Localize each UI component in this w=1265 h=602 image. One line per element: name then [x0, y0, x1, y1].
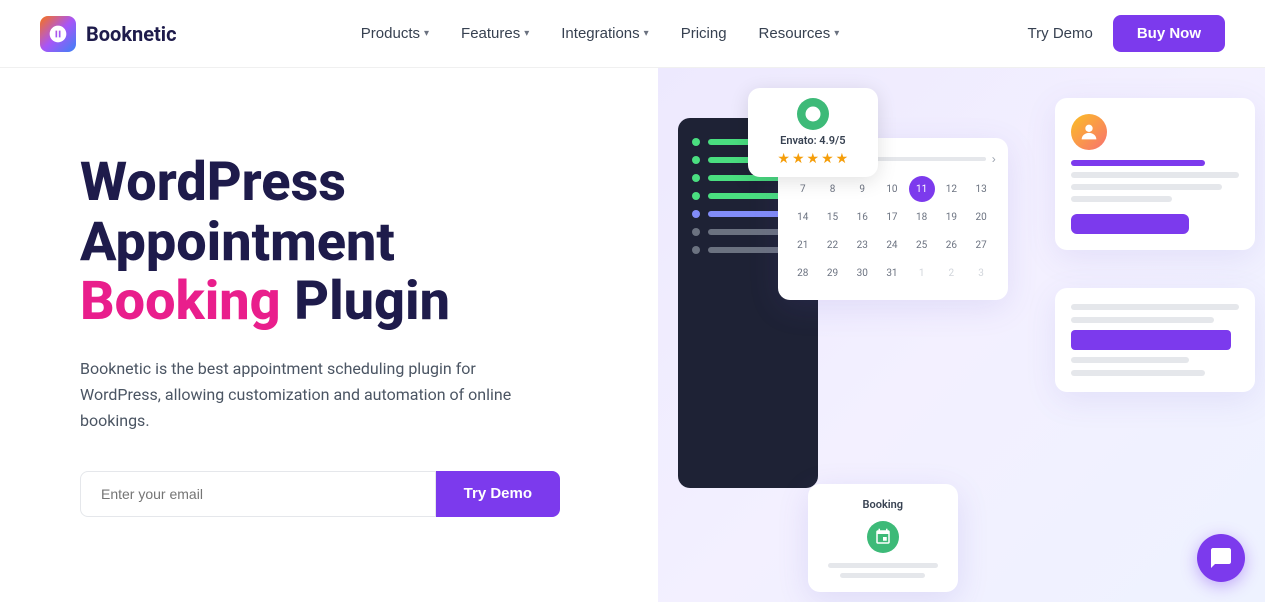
hero-section: WordPress Appointment Booking Plugin Boo…	[0, 68, 1265, 602]
calendar-next-button[interactable]: ›	[992, 152, 996, 166]
chevron-down-icon: ▾	[424, 28, 429, 39]
cal-day-17[interactable]: 17	[879, 204, 905, 230]
booking-title: Booking	[822, 498, 944, 511]
cal-day-22[interactable]: 22	[820, 232, 846, 258]
cal-day-1-next[interactable]: 1	[909, 260, 935, 286]
booking-popup: Booking	[808, 484, 958, 592]
booking-line-1	[828, 563, 938, 568]
cal-day-26[interactable]: 26	[938, 232, 964, 258]
form-line-3	[1071, 357, 1189, 363]
form-line-1	[1071, 304, 1239, 310]
nav-features[interactable]: Features ▾	[447, 17, 543, 50]
nav-links: Products ▾ Features ▾ Integrations ▾ Pri…	[347, 17, 853, 50]
hero-description: Booknetic is the best appointment schedu…	[80, 356, 520, 435]
cal-day-19[interactable]: 19	[938, 204, 964, 230]
detail-lines	[1071, 160, 1239, 202]
detail-line-1	[1071, 160, 1205, 166]
nav-integrations[interactable]: Integrations ▾	[547, 17, 662, 50]
nav-pricing[interactable]: Pricing	[667, 17, 741, 50]
form-line-2	[1071, 317, 1214, 323]
detail-line-4	[1071, 196, 1172, 202]
buy-now-button[interactable]: Buy Now	[1113, 15, 1225, 52]
booking-line-2	[840, 573, 925, 578]
cal-day-27[interactable]: 27	[968, 232, 994, 258]
calendar-grid: 7 8 9 10 11 12 13 14 15 16 17 18 19 20	[790, 176, 996, 286]
cal-day-15[interactable]: 15	[820, 204, 846, 230]
star-rating: ★ ★ ★ ★ ★	[777, 151, 848, 167]
cal-day-13[interactable]: 13	[968, 176, 994, 202]
cal-day-2-next[interactable]: 2	[938, 260, 964, 286]
cal-day-11-today[interactable]: 11	[909, 176, 935, 202]
cal-day-9[interactable]: 9	[849, 176, 875, 202]
nav-actions: Try Demo Buy Now	[1024, 15, 1225, 52]
cal-day-3-next[interactable]: 3	[968, 260, 994, 286]
cal-day-21[interactable]: 21	[790, 232, 816, 258]
envato-icon	[797, 98, 829, 130]
detail-action-button	[1071, 214, 1189, 234]
cal-day-18[interactable]: 18	[909, 204, 935, 230]
envato-label: Envato: 4.9/5	[780, 134, 845, 147]
hero-right: Envato: 4.9/5 ★ ★ ★ ★ ★	[658, 68, 1265, 602]
logo[interactable]: Booknetic	[40, 16, 177, 52]
cal-day-28[interactable]: 28	[790, 260, 816, 286]
cal-day-7[interactable]: 7	[790, 176, 816, 202]
try-demo-nav-button[interactable]: Try Demo	[1024, 17, 1097, 50]
detail-line-3	[1071, 184, 1222, 190]
avatar	[1071, 114, 1107, 150]
form-card	[1055, 288, 1255, 392]
detail-line-2	[1071, 172, 1239, 178]
hero-title: WordPress Appointment Booking Plugin	[80, 153, 618, 331]
cal-day-23[interactable]: 23	[849, 232, 875, 258]
cal-day-8[interactable]: 8	[820, 176, 846, 202]
envato-badge: Envato: 4.9/5 ★ ★ ★ ★ ★	[748, 88, 878, 177]
detail-button-row	[1071, 214, 1239, 234]
chat-bubble-button[interactable]	[1197, 534, 1245, 582]
cal-day-29[interactable]: 29	[820, 260, 846, 286]
cal-day-25[interactable]: 25	[909, 232, 935, 258]
cal-day-14[interactable]: 14	[790, 204, 816, 230]
chevron-down-icon: ▾	[644, 28, 649, 39]
hero-left: WordPress Appointment Booking Plugin Boo…	[0, 68, 658, 602]
logo-text: Booknetic	[86, 22, 177, 46]
cal-day-16[interactable]: 16	[849, 204, 875, 230]
email-input[interactable]	[80, 471, 436, 517]
detail-card	[1055, 98, 1255, 250]
booking-icon	[867, 521, 899, 553]
mockup-area: Envato: 4.9/5 ★ ★ ★ ★ ★	[678, 78, 1265, 602]
cal-day-20[interactable]: 20	[968, 204, 994, 230]
cal-day-31[interactable]: 31	[879, 260, 905, 286]
navbar: Booknetic Products ▾ Features ▾ Integrat…	[0, 0, 1265, 68]
booking-lines	[822, 563, 944, 578]
nav-resources[interactable]: Resources ▾	[745, 17, 854, 50]
cal-day-30[interactable]: 30	[849, 260, 875, 286]
nav-products[interactable]: Products ▾	[347, 17, 443, 50]
form-line-4	[1071, 370, 1205, 376]
chevron-down-icon: ▾	[524, 28, 529, 39]
form-lines	[1071, 304, 1239, 376]
cal-day-12[interactable]: 12	[938, 176, 964, 202]
cal-day-24[interactable]: 24	[879, 232, 905, 258]
hero-form: Try Demo	[80, 471, 560, 517]
chevron-down-icon: ▾	[834, 28, 839, 39]
form-submit-btn	[1071, 330, 1231, 350]
logo-icon	[40, 16, 76, 52]
try-demo-button[interactable]: Try Demo	[436, 471, 560, 517]
cal-day-10[interactable]: 10	[879, 176, 905, 202]
